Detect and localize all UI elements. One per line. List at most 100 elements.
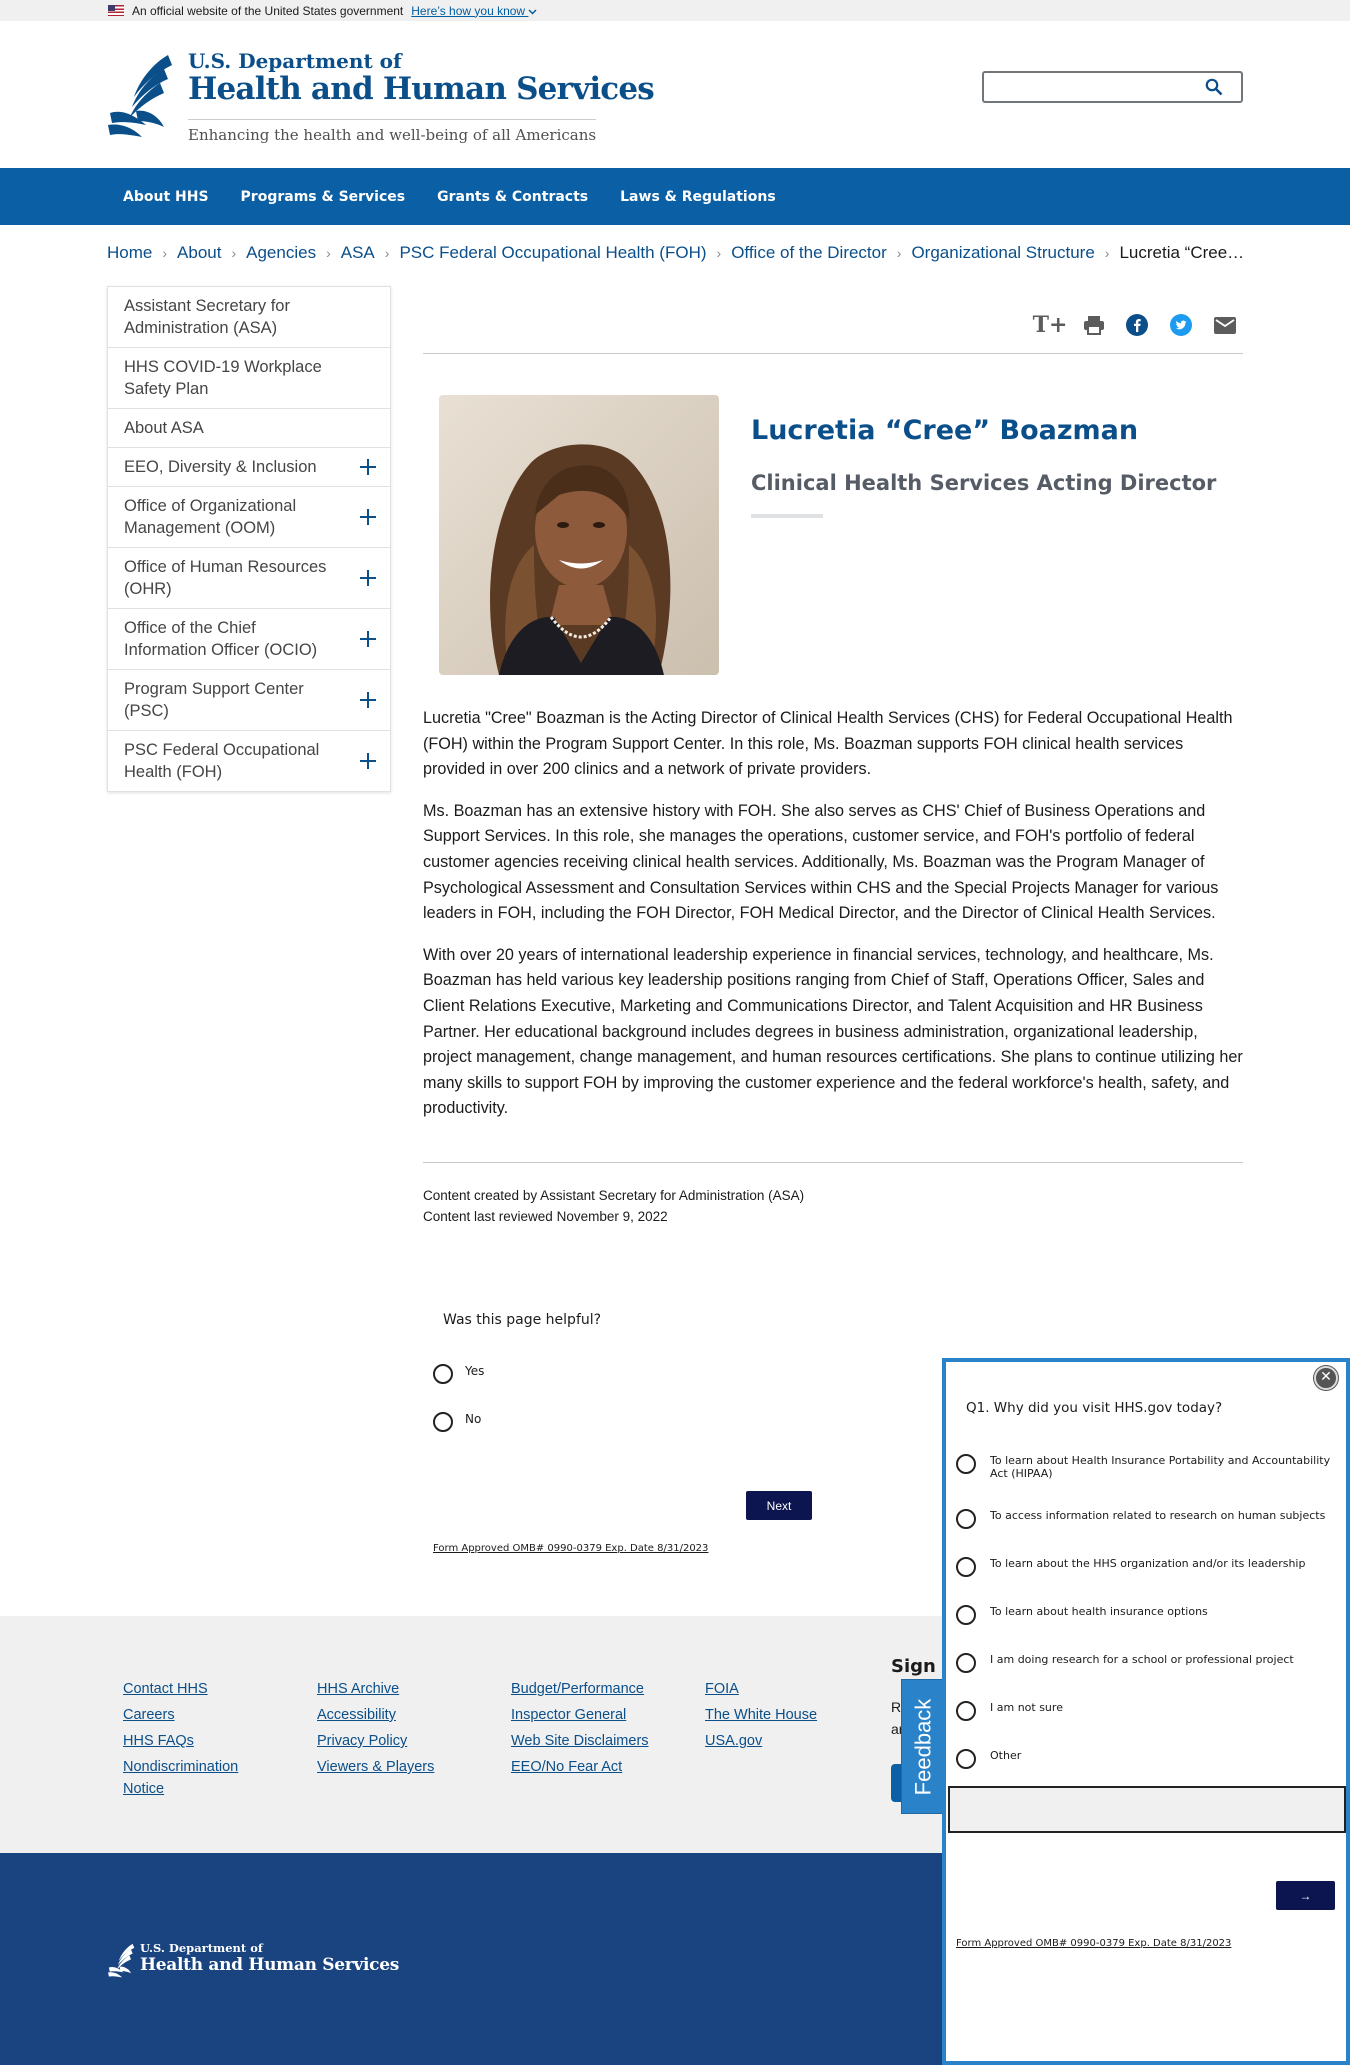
footer-link-white-house[interactable]: The White House: [705, 1702, 855, 1728]
footer-link-careers[interactable]: Careers: [123, 1702, 273, 1728]
footer-link-foia[interactable]: FOIA: [705, 1676, 855, 1702]
footer-hhs-logo[interactable]: U.S. Department of Health and Human Serv…: [107, 1941, 407, 1991]
visit-survey-panel: ✕ Q1. Why did you visit HHS.gov today? T…: [942, 1358, 1350, 2065]
bio-body: Lucretia "Cree" Boazman is the Acting Di…: [423, 706, 1245, 1138]
breadcrumb-psc-foh[interactable]: PSC Federal Occupational Health (FOH): [399, 243, 706, 263]
feedback-tab[interactable]: Feedback: [901, 1679, 945, 1814]
visit-option-research-project[interactable]: I am doing research for a school or prof…: [956, 1653, 1336, 1673]
nav-grants-contracts[interactable]: Grants & Contracts: [421, 189, 604, 205]
helpful-option-yes[interactable]: Yes: [433, 1364, 484, 1384]
sidenav-item-ohr[interactable]: Office of Human Resources (OHR): [108, 548, 390, 609]
email-icon[interactable]: [1212, 312, 1238, 338]
how-you-know-link[interactable]: Here’s how you know: [411, 4, 537, 18]
expand-plus-icon[interactable]: [360, 631, 376, 647]
hhs-logo[interactable]: U.S. Department of Health and Human Serv…: [106, 49, 655, 161]
radio-button[interactable]: [956, 1605, 976, 1625]
sidenav-item-ocio[interactable]: Office of the Chief Information Officer …: [108, 609, 390, 670]
visit-option-hipaa[interactable]: To learn about Health Insurance Portabil…: [956, 1454, 1336, 1480]
breadcrumb-separator-icon: ›: [716, 245, 722, 261]
close-icon[interactable]: ✕: [1314, 1366, 1338, 1390]
other-text-field[interactable]: [948, 1786, 1346, 1833]
visit-option-other[interactable]: Other: [956, 1749, 1336, 1769]
next-arrow-button[interactable]: →: [1276, 1881, 1335, 1910]
sidenav-item-psc-foh[interactable]: PSC Federal Occupational Health (FOH): [108, 731, 390, 791]
sidenav-item-psc[interactable]: Program Support Center (PSC): [108, 670, 390, 731]
radio-button[interactable]: [433, 1364, 453, 1384]
breadcrumb-asa[interactable]: ASA: [341, 243, 375, 263]
footer-logo-dept: U.S. Department of: [140, 1941, 263, 1955]
sidenav-item-label: PSC Federal Occupational Health (FOH): [124, 741, 320, 781]
share-toolbar: T+: [423, 306, 1243, 354]
nav-about-hhs[interactable]: About HHS: [107, 189, 225, 205]
visit-option-research-subjects[interactable]: To access information related to researc…: [956, 1509, 1336, 1529]
sidenav-item-label: HHS COVID-19 Workplace Safety Plan: [124, 358, 322, 398]
nav-programs-services[interactable]: Programs & Services: [225, 189, 422, 205]
hhs-eagle-icon: [108, 55, 172, 137]
radio-button[interactable]: [956, 1454, 976, 1474]
gov-banner: An official website of the United States…: [0, 0, 1350, 21]
facebook-icon[interactable]: [1124, 312, 1150, 338]
footer-link-accessibility[interactable]: Accessibility: [317, 1702, 487, 1728]
footer-link-contact[interactable]: Contact HHS: [123, 1676, 273, 1702]
expand-plus-icon[interactable]: [360, 509, 376, 525]
twitter-icon[interactable]: [1168, 312, 1194, 338]
sidenav-item-eeo[interactable]: EEO, Diversity & Inclusion: [108, 448, 390, 487]
search-input[interactable]: [984, 73, 1194, 101]
visit-question: Q1. Why did you visit HHS.gov today?: [966, 1400, 1223, 1416]
sidenav-item-about-asa[interactable]: About ASA: [108, 409, 390, 448]
footer-link-nondiscrimination[interactable]: Nondiscrimination Notice: [123, 1754, 273, 1800]
radio-button[interactable]: [956, 1509, 976, 1529]
radio-button[interactable]: [956, 1701, 976, 1721]
sidenav-item-label: Program Support Center (PSC): [124, 680, 304, 720]
bio-paragraph: With over 20 years of international lead…: [423, 945, 1243, 1118]
helpful-option-no[interactable]: No: [433, 1412, 481, 1432]
search-icon[interactable]: [1205, 78, 1223, 96]
helpful-question: Was this page helpful?: [443, 1312, 602, 1328]
profile-photo: [439, 395, 719, 675]
expand-plus-icon[interactable]: [360, 459, 376, 475]
omb-form-link[interactable]: Form Approved OMB# 0990-0379 Exp. Date 8…: [433, 1543, 708, 1554]
visit-option-insurance[interactable]: To learn about health insurance options: [956, 1605, 1336, 1625]
footer-link-disclaimers[interactable]: Web Site Disclaimers: [511, 1728, 691, 1754]
footer-link-privacy[interactable]: Privacy Policy: [317, 1728, 487, 1754]
sidenav-item-oom[interactable]: Office of Organizational Management (OOM…: [108, 487, 390, 548]
footer-link-usagov[interactable]: USA.gov: [705, 1728, 855, 1754]
expand-plus-icon[interactable]: [360, 570, 376, 586]
resize-text-icon[interactable]: T+: [1033, 312, 1068, 338]
visit-option-not-sure[interactable]: I am not sure: [956, 1701, 1336, 1721]
radio-button[interactable]: [433, 1412, 453, 1432]
content-divider: [423, 1162, 1243, 1163]
footer-column: Budget/Performance Inspector General Web…: [511, 1676, 691, 1780]
omb-form-link[interactable]: Form Approved OMB# 0990-0379 Exp. Date 8…: [956, 1938, 1231, 1949]
footer-link-inspector[interactable]: Inspector General: [511, 1702, 691, 1728]
footer-logo-agency: Health and Human Services: [140, 1955, 399, 1975]
footer-link-faqs[interactable]: HHS FAQs: [123, 1728, 273, 1754]
radio-button[interactable]: [956, 1557, 976, 1577]
nav-laws-regulations[interactable]: Laws & Regulations: [604, 189, 792, 205]
footer-link-archive[interactable]: HHS Archive: [317, 1676, 487, 1702]
next-button[interactable]: Next: [746, 1491, 812, 1520]
bio-paragraph: Lucretia "Cree" Boazman is the Acting Di…: [423, 709, 1233, 779]
footer-link-budget[interactable]: Budget/Performance: [511, 1676, 691, 1702]
feedback-label: Feedback: [910, 1698, 935, 1795]
expand-plus-icon[interactable]: [360, 692, 376, 708]
radio-button[interactable]: [956, 1653, 976, 1673]
sidenav-item-asa[interactable]: Assistant Secretary for Administration (…: [108, 287, 390, 348]
footer-link-eeo[interactable]: EEO/No Fear Act: [511, 1754, 691, 1780]
print-icon[interactable]: [1081, 312, 1107, 338]
visit-option-organization[interactable]: To learn about the HHS organization and/…: [956, 1557, 1336, 1577]
logo-dept-line: U.S. Department of: [188, 49, 402, 73]
breadcrumb-about[interactable]: About: [177, 243, 221, 263]
expand-plus-icon[interactable]: [360, 753, 376, 769]
content-created: Content created by Assistant Secretary f…: [423, 1188, 805, 1203]
title-underline: [751, 514, 823, 518]
footer-link-viewers[interactable]: Viewers & Players: [317, 1754, 487, 1780]
radio-button[interactable]: [956, 1749, 976, 1769]
breadcrumb-home[interactable]: Home: [107, 243, 152, 263]
breadcrumb-org-structure[interactable]: Organizational Structure: [911, 243, 1094, 263]
sidenav-item-covid-plan[interactable]: HHS COVID-19 Workplace Safety Plan: [108, 348, 390, 409]
breadcrumb-agencies[interactable]: Agencies: [246, 243, 316, 263]
sidenav-item-label: Office of Organizational Management (OOM…: [124, 497, 297, 537]
sidenav-item-label: About ASA: [124, 419, 204, 437]
breadcrumb-office-director[interactable]: Office of the Director: [731, 243, 887, 263]
